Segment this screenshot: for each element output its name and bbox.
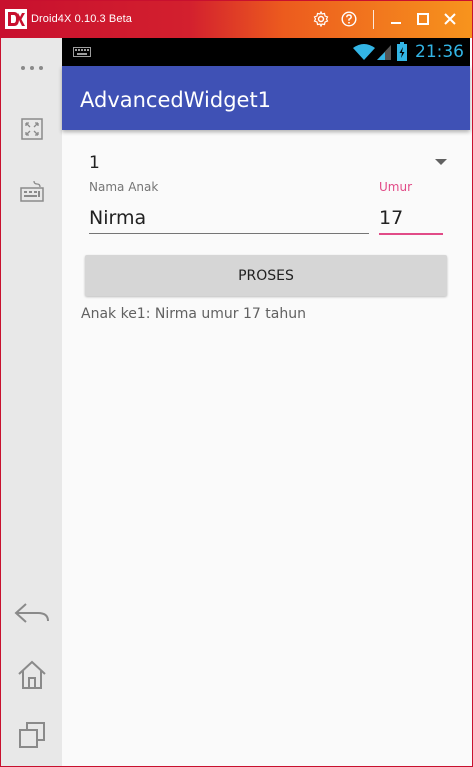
age-field[interactable]: 17 (379, 207, 403, 229)
name-label: Nama Anak (89, 180, 159, 194)
droid4x-logo-icon (5, 9, 27, 29)
gear-icon[interactable] (312, 10, 330, 28)
window-title: Droid4X 0.10.3 Beta (31, 13, 132, 25)
minimize-icon[interactable] (387, 10, 405, 28)
android-screen: 21:36 AdvancedWidget1 1 Nama Anak Nirma … (62, 38, 470, 766)
fullscreen-icon[interactable] (12, 109, 52, 149)
maximize-icon[interactable] (414, 10, 432, 28)
emulator-window: Droid4X 0.10.3 Beta 21:36 AdvancedWidget… (0, 0, 473, 767)
result-text: Anak ke1: Nirma umur 17 tahun (81, 306, 306, 322)
keyboard-notification-icon (73, 47, 91, 57)
wifi-icon (353, 44, 375, 60)
close-icon[interactable] (441, 10, 459, 28)
recent-apps-icon[interactable] (12, 715, 52, 755)
status-bar: 21:36 (62, 38, 470, 66)
signal-icon (377, 45, 391, 60)
name-field-underline (89, 233, 369, 234)
keyboard-icon[interactable] (12, 171, 52, 211)
more-icon[interactable] (12, 48, 52, 88)
age-label: Umur (379, 180, 413, 194)
help-icon[interactable] (340, 10, 358, 28)
age-field-underline (379, 233, 443, 235)
dropdown-arrow-icon (435, 159, 447, 165)
status-time: 21:36 (415, 42, 464, 62)
battery-icon (397, 42, 407, 61)
title-bar: Droid4X 0.10.3 Beta (1, 1, 472, 38)
app-bar: AdvancedWidget1 (62, 66, 470, 130)
app-title: AdvancedWidget1 (80, 88, 272, 112)
titlebar-separator (373, 10, 374, 29)
number-spinner[interactable]: 1 (89, 151, 447, 177)
emulator-sidebar (1, 38, 62, 766)
back-icon[interactable] (12, 593, 52, 633)
spinner-value: 1 (89, 153, 100, 173)
proses-button[interactable]: PROSES (85, 255, 447, 296)
name-field[interactable]: Nirma (89, 207, 146, 229)
home-icon[interactable] (12, 655, 52, 695)
